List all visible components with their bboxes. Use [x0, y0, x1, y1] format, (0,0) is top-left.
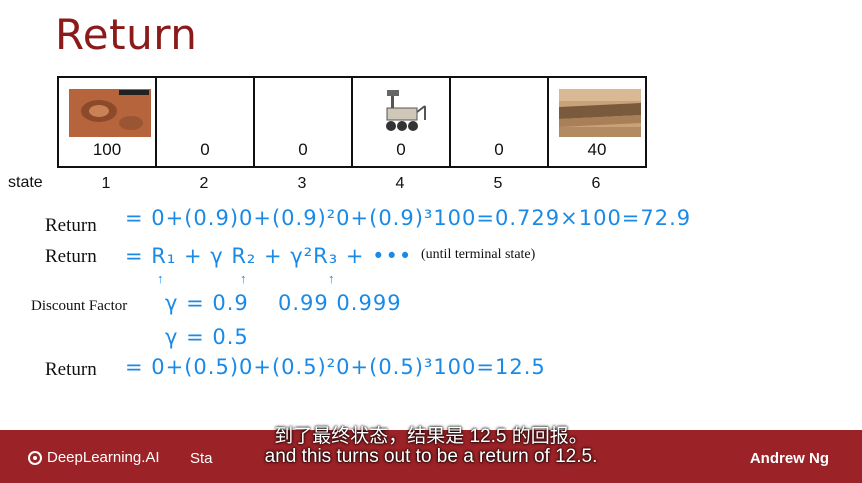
- gamma-value-09: γ = 0.9: [165, 291, 249, 315]
- slide-title: Return: [55, 10, 198, 59]
- gamma-alternatives: 0.99 0.999: [278, 291, 402, 315]
- state-label: state: [8, 174, 43, 191]
- reward-value: 40: [587, 140, 607, 159]
- subtitle-chinese: 到了最终状态，结果是 12.5 的回报。: [274, 426, 588, 447]
- arrow-up-icon: ↑: [240, 271, 247, 286]
- state-cell-1: 100: [59, 78, 157, 166]
- return-label: Return: [45, 215, 97, 236]
- state-cell-4: 0: [353, 78, 451, 166]
- mars-crater-image: [69, 89, 151, 137]
- return-equation-gamma-05: = 0+(0.5)0+(0.5)²0+(0.5)³100=12.5: [125, 355, 546, 379]
- return-general-formula: = R₁ + γ R₂ + γ²R₃ + •••: [125, 244, 413, 268]
- discount-factor-label: Discount Factor: [31, 298, 128, 314]
- gamma-value-05: γ = 0.5: [165, 325, 249, 349]
- state-number: 6: [591, 175, 601, 192]
- state-number: 5: [493, 175, 503, 192]
- reward-value: 0: [494, 140, 504, 159]
- rover-icon: [386, 90, 426, 131]
- state-number: 3: [297, 175, 307, 192]
- state-cell-3: 0: [255, 78, 353, 166]
- return-label: Return: [45, 246, 97, 267]
- mars-cliff-image: [559, 89, 641, 137]
- return-label: Return: [45, 359, 97, 380]
- state-cell-5: 0: [451, 78, 549, 166]
- reward-value: 100: [92, 140, 122, 159]
- reward-value: 0: [396, 140, 406, 159]
- subtitle-english: and this turns out to be a return of 12.…: [264, 446, 598, 467]
- reward-value: 0: [298, 140, 308, 159]
- state-grid: 100 0 0 0 0 40: [57, 76, 647, 168]
- state-number: 4: [395, 175, 405, 192]
- arrow-up-icon: ↑: [157, 271, 164, 286]
- return-equation-gamma-09: = 0+(0.9)0+(0.9)²0+(0.9)³100=0.729×100=7…: [125, 206, 692, 230]
- state-number: 1: [101, 175, 111, 192]
- state-cell-6: 40: [549, 78, 645, 166]
- state-cell-2: 0: [157, 78, 255, 166]
- arrow-up-icon: ↑: [328, 271, 335, 286]
- state-number: 2: [199, 175, 209, 192]
- reward-value: 0: [200, 140, 210, 159]
- terminal-state-note: (until terminal state): [421, 247, 536, 262]
